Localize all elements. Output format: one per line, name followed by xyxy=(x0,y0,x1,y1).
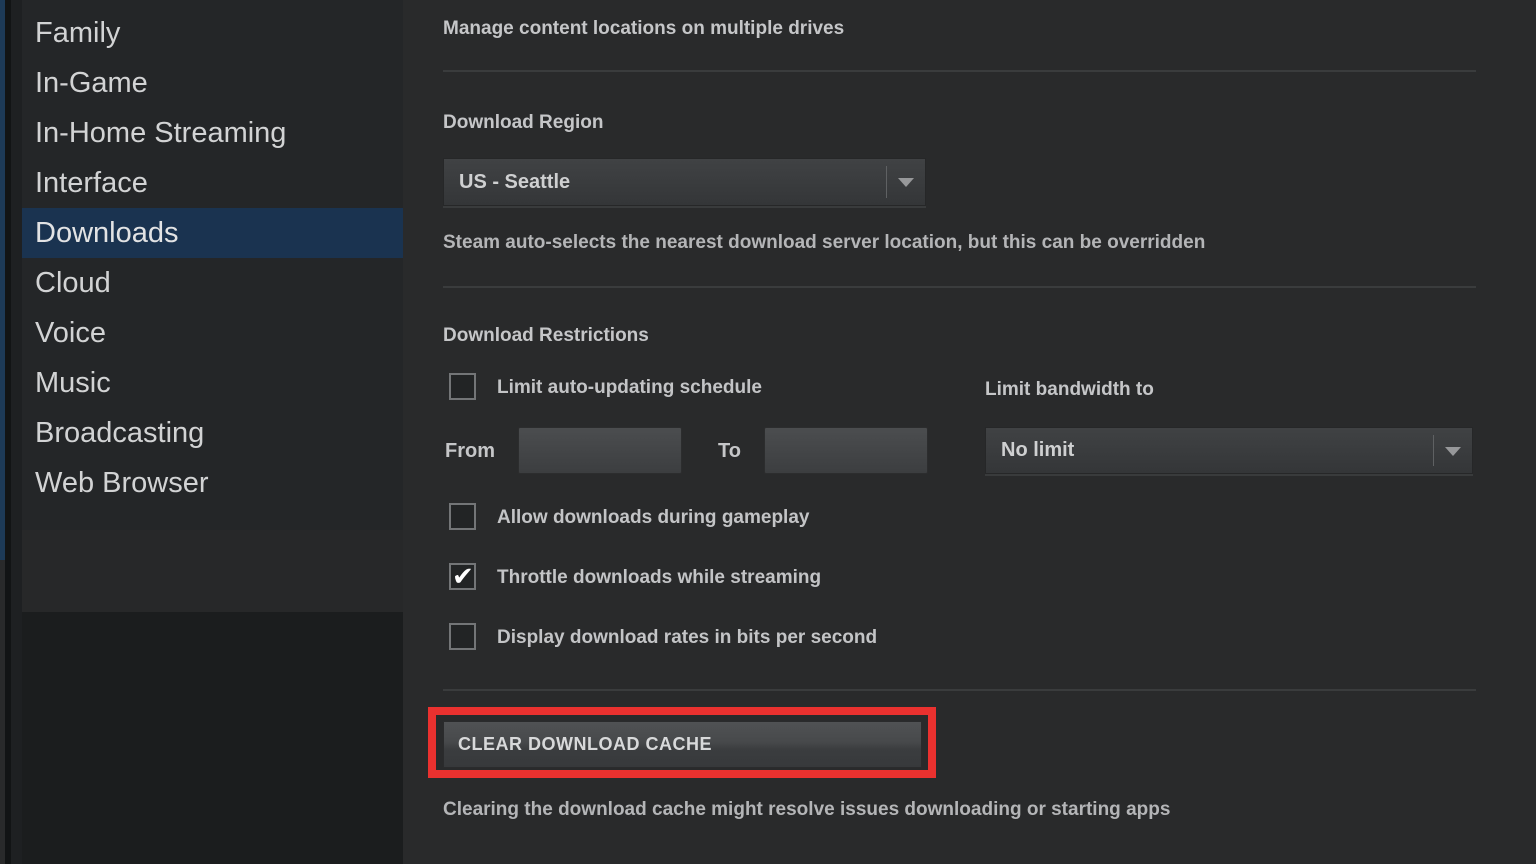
download-region-dropdown[interactable]: US - Seattle xyxy=(443,158,926,206)
allow-downloads-gameplay-label: Allow downloads during gameplay xyxy=(497,507,809,529)
clear-cache-help-text: Clearing the download cache might resolv… xyxy=(443,799,1170,821)
manage-content-locations-link[interactable]: Manage content locations on multiple dri… xyxy=(443,18,844,40)
schedule-to-input[interactable] xyxy=(764,427,928,474)
sidebar-item-music[interactable]: Music xyxy=(22,358,403,408)
divider xyxy=(443,689,1476,691)
clear-download-cache-button[interactable]: CLEAR DOWNLOAD CACHE xyxy=(443,721,922,768)
chevron-down-icon xyxy=(898,178,914,187)
divider xyxy=(443,70,1476,72)
sidebar-lower-area xyxy=(22,612,403,864)
throttle-downloads-streaming-checkbox[interactable] xyxy=(449,563,476,590)
sidebar-item-voice[interactable]: Voice xyxy=(22,308,403,358)
display-rates-bits-label: Display download rates in bits per secon… xyxy=(497,627,877,649)
limit-auto-updating-checkbox[interactable] xyxy=(449,373,476,400)
limit-bandwidth-label: Limit bandwidth to xyxy=(985,379,1154,401)
download-region-value: US - Seattle xyxy=(459,159,570,205)
limit-auto-updating-label: Limit auto-updating schedule xyxy=(497,377,762,399)
steam-settings-window: Family In-Game In-Home Streaming Interfa… xyxy=(0,0,1536,864)
sidebar-item-interface[interactable]: Interface xyxy=(22,158,403,208)
throttle-downloads-streaming-label: Throttle downloads while streaming xyxy=(497,567,821,589)
chevron-down-icon xyxy=(1445,447,1461,456)
settings-nav: Family In-Game In-Home Streaming Interfa… xyxy=(22,8,403,508)
sidebar-item-cloud[interactable]: Cloud xyxy=(22,258,403,308)
schedule-from-input[interactable] xyxy=(518,427,682,474)
bandwidth-limit-value: No limit xyxy=(1001,428,1074,473)
display-rates-bits-checkbox[interactable] xyxy=(449,623,476,650)
sidebar-item-broadcasting[interactable]: Broadcasting xyxy=(22,408,403,458)
sidebar-item-web-browser[interactable]: Web Browser xyxy=(22,458,403,508)
sidebar-item-in-home-streaming[interactable]: In-Home Streaming xyxy=(22,108,403,158)
sidebar-lower-band xyxy=(22,530,403,612)
sidebar-gutter-mid xyxy=(11,0,22,864)
sidebar-item-in-game[interactable]: In-Game xyxy=(22,58,403,108)
dropdown-separator xyxy=(1433,435,1434,466)
schedule-from-label: From xyxy=(445,440,495,463)
download-region-help-text: Steam auto-selects the nearest download … xyxy=(443,232,1205,254)
sidebar-item-family[interactable]: Family xyxy=(22,8,403,58)
sidebar-item-downloads[interactable]: Downloads xyxy=(22,208,403,258)
allow-downloads-gameplay-checkbox[interactable] xyxy=(449,503,476,530)
schedule-to-label: To xyxy=(718,440,741,463)
download-restrictions-title: Download Restrictions xyxy=(443,325,649,347)
download-region-label: Download Region xyxy=(443,112,603,134)
bandwidth-limit-dropdown[interactable]: No limit xyxy=(985,427,1473,474)
divider xyxy=(443,286,1476,288)
dropdown-separator xyxy=(886,166,887,198)
